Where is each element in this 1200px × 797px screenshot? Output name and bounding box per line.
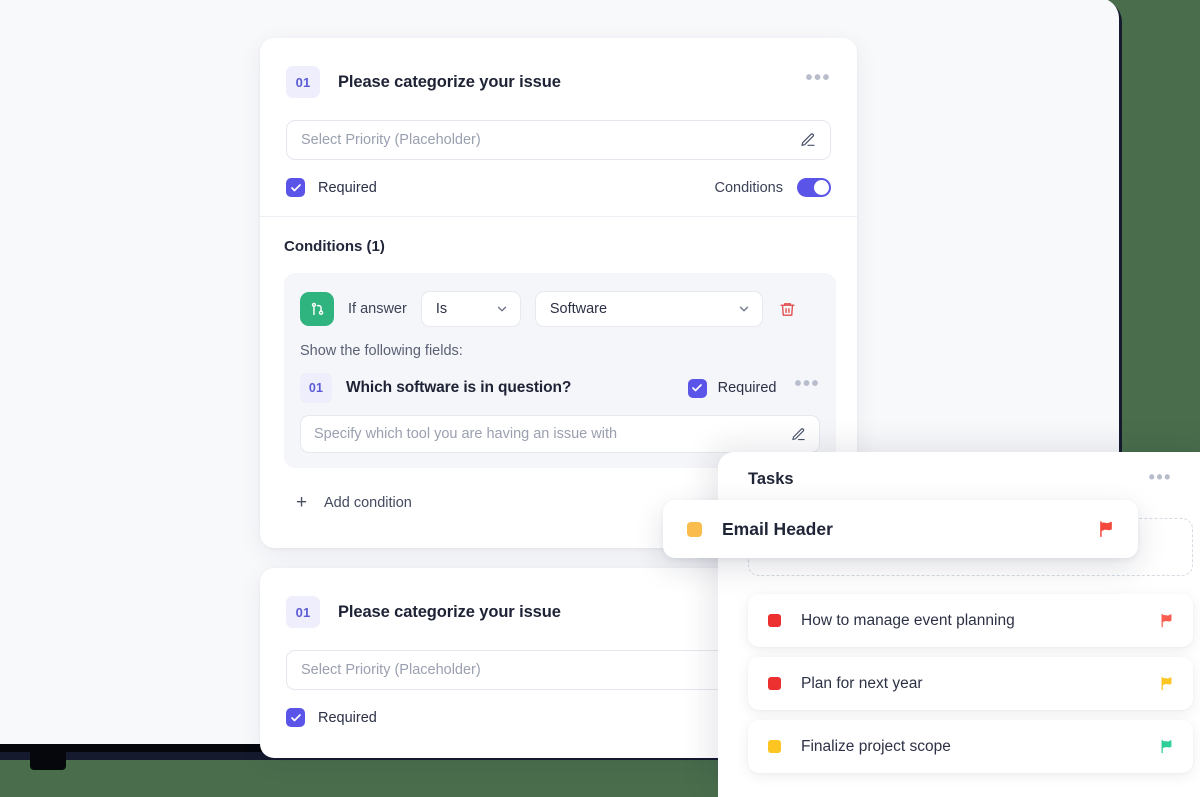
- delete-condition-button[interactable]: [779, 301, 796, 318]
- task-status-dot: [687, 521, 702, 537]
- sub-required-label: Required: [717, 380, 777, 396]
- condition-value-select[interactable]: Software: [534, 291, 763, 327]
- flag-icon[interactable]: [1158, 675, 1175, 692]
- conditions-heading: Conditions (1): [284, 238, 385, 255]
- plus-icon: +: [296, 492, 308, 513]
- required-label-secondary: Required: [318, 709, 377, 726]
- conditions-label: Conditions: [714, 179, 783, 196]
- task-status-dot: [768, 614, 781, 627]
- conditions-toggle[interactable]: [797, 178, 831, 197]
- required-label: Required: [318, 179, 377, 196]
- tasks-menu-button[interactable]: •••: [1149, 468, 1172, 488]
- device-foot: [30, 748, 66, 770]
- task-status-dot: [768, 677, 781, 690]
- condition-operator-select[interactable]: Is: [420, 291, 521, 327]
- question-header: 01 Please categorize your issue •••: [260, 38, 857, 98]
- priority-select-placeholder: Select Priority (Placeholder): [301, 132, 481, 148]
- flag-icon[interactable]: [1096, 519, 1116, 539]
- pencil-icon[interactable]: [800, 132, 816, 148]
- sub-question-header: 01 Which software is in question? Requir…: [284, 359, 836, 403]
- sub-question-placeholder: Specify which tool you are having an iss…: [314, 426, 618, 442]
- dragging-task-card[interactable]: Email Header: [663, 500, 1138, 558]
- tasks-header: Tasks •••: [718, 452, 1200, 489]
- priority-select-placeholder-secondary: Select Priority (Placeholder): [301, 662, 481, 678]
- chevron-down-icon: [481, 302, 509, 316]
- task-status-dot: [768, 740, 781, 753]
- flag-icon[interactable]: [1158, 738, 1175, 755]
- priority-select-field[interactable]: Select Priority (Placeholder): [286, 120, 831, 160]
- flag-icon[interactable]: [1158, 612, 1175, 629]
- condition-panel: If answer Is Software Show the following…: [284, 273, 836, 468]
- question-number-badge: 01: [286, 596, 320, 628]
- sub-question-title: Which software is in question?: [346, 379, 572, 396]
- task-name: How to manage event planning: [801, 611, 1015, 629]
- tasks-title: Tasks: [748, 470, 794, 488]
- question-title-secondary: Please categorize your issue: [338, 602, 561, 621]
- sub-question-number-badge: 01: [300, 373, 332, 403]
- card-divider: [260, 216, 857, 217]
- chevron-down-icon: [723, 302, 751, 316]
- question-options-row: Required Conditions: [260, 160, 857, 197]
- condition-operator-value: Is: [435, 301, 448, 317]
- question-number-badge: 01: [286, 66, 320, 98]
- condition-rule-row: If answer Is Software: [284, 273, 836, 327]
- task-name: Finalize project scope: [801, 737, 951, 755]
- task-name: Email Header: [722, 518, 833, 539]
- add-condition-button[interactable]: + Add condition: [296, 492, 412, 514]
- task-name: Plan for next year: [801, 674, 923, 692]
- required-checkbox[interactable]: [286, 178, 305, 197]
- task-row[interactable]: Finalize project scope: [748, 720, 1193, 773]
- task-row[interactable]: Plan for next year: [748, 657, 1193, 710]
- question-menu-button[interactable]: •••: [805, 68, 831, 91]
- sub-question-required-group: Required: [687, 378, 777, 398]
- task-row[interactable]: How to manage event planning: [748, 594, 1193, 647]
- sub-question-input[interactable]: Specify which tool you are having an iss…: [300, 415, 820, 453]
- show-fields-label: Show the following fields:: [300, 343, 463, 359]
- page-title: Please categorize your issue: [338, 72, 561, 91]
- branch-icon: [300, 292, 334, 326]
- if-answer-label: If answer: [348, 301, 407, 317]
- pencil-icon[interactable]: [791, 427, 806, 442]
- add-condition-label: Add condition: [324, 495, 412, 511]
- required-checkbox-secondary[interactable]: [286, 708, 305, 727]
- sub-required-checkbox[interactable]: [687, 378, 707, 398]
- condition-value-text: Software: [549, 301, 608, 317]
- sub-question-menu-button[interactable]: •••: [794, 374, 820, 397]
